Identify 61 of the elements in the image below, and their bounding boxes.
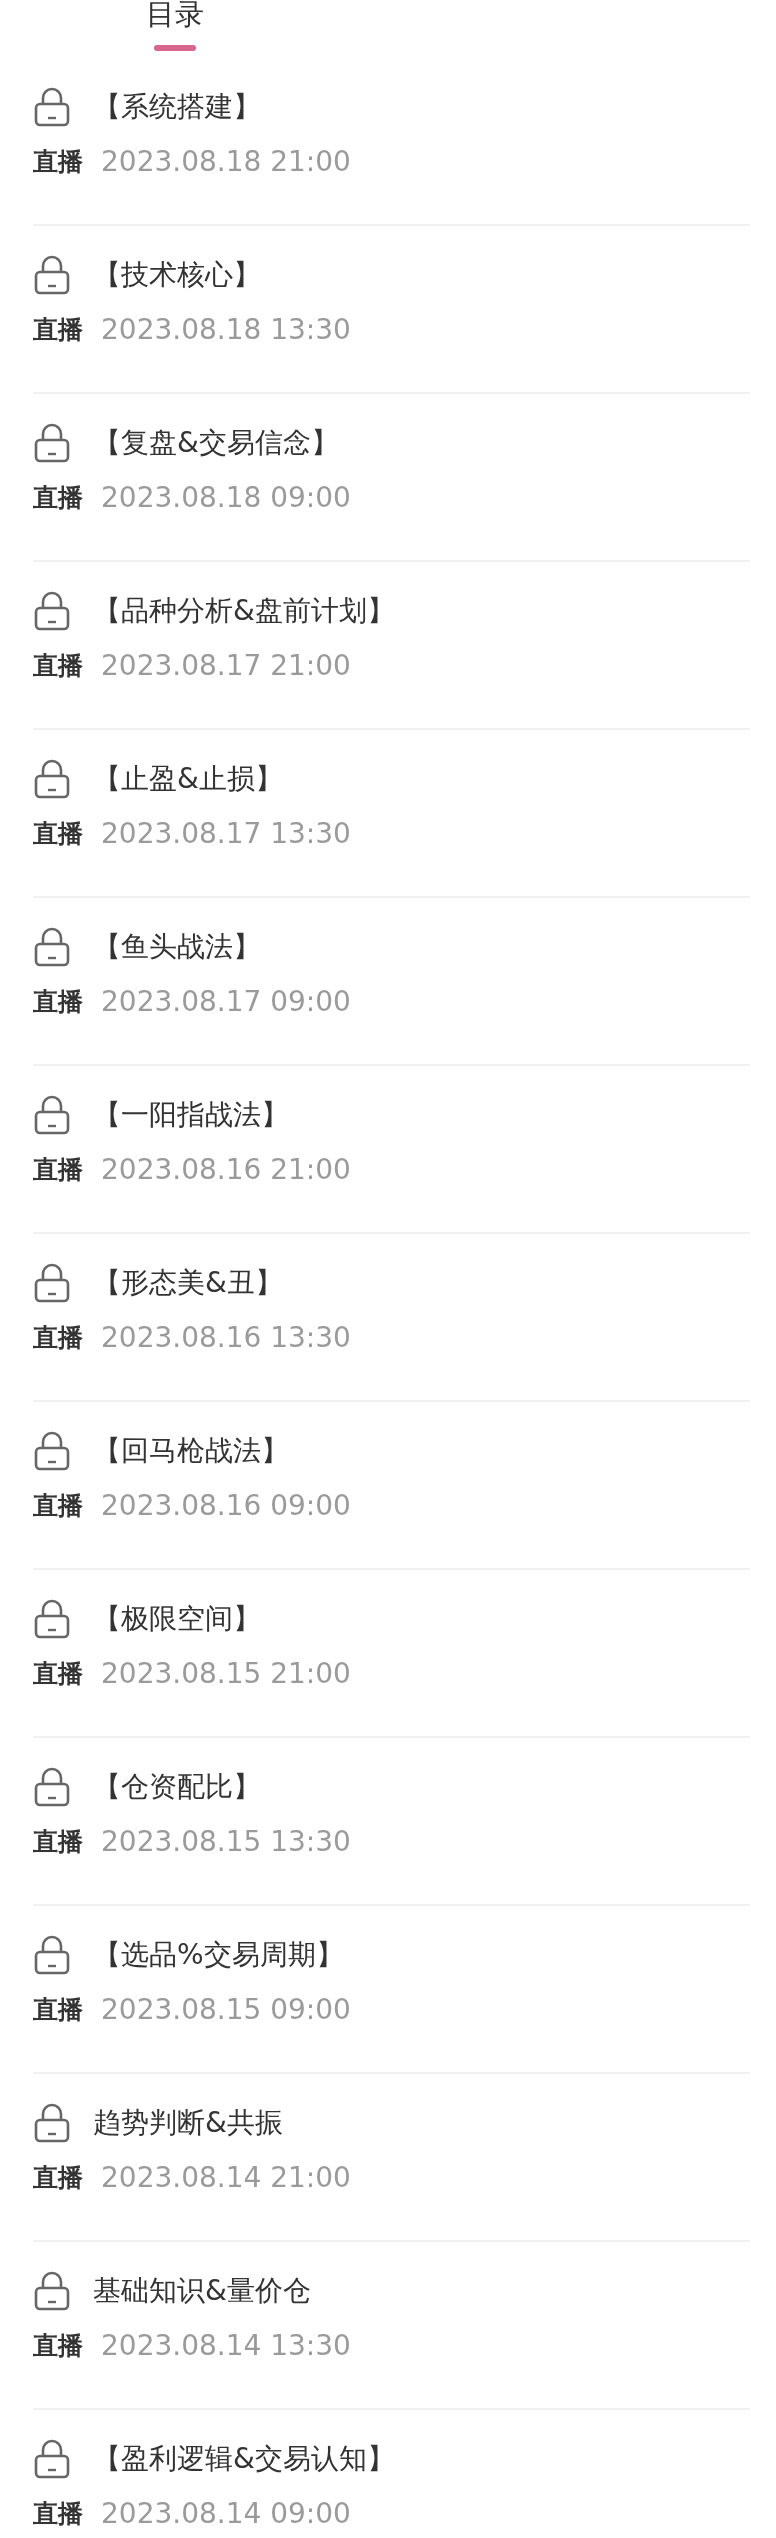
lesson-type: 直播 bbox=[33, 650, 83, 682]
lesson-type: 直播 bbox=[33, 1490, 83, 1522]
lesson-item[interactable]: 【止盈&止损】 直播 2023.08.17 13:30 bbox=[33, 730, 750, 898]
lesson-title: 【形态美&丑】 bbox=[93, 1265, 283, 1301]
lesson-type: 直播 bbox=[33, 146, 83, 178]
lesson-type: 直播 bbox=[33, 1154, 83, 1186]
lesson-title: 【选品%交易周期】 bbox=[93, 1937, 344, 1973]
lesson-type: 直播 bbox=[33, 2162, 83, 2194]
lesson-item[interactable]: 【盈利逻辑&交易认知】 直播 2023.08.14 09:00 bbox=[33, 2410, 750, 2538]
lesson-title: 【仓资配比】 bbox=[93, 1769, 261, 1805]
lesson-item[interactable]: 【鱼头战法】 直播 2023.08.17 09:00 bbox=[33, 898, 750, 1066]
lesson-time: 2023.08.16 13:30 bbox=[101, 1321, 351, 1354]
lesson-time: 2023.08.18 21:00 bbox=[101, 145, 351, 178]
lesson-type: 直播 bbox=[33, 1826, 83, 1858]
lesson-time: 2023.08.15 09:00 bbox=[101, 1993, 351, 2026]
lesson-title: 【技术核心】 bbox=[93, 257, 261, 293]
lesson-title: 【鱼头战法】 bbox=[93, 929, 261, 965]
lesson-time: 2023.08.15 13:30 bbox=[101, 1825, 351, 1858]
lesson-type: 直播 bbox=[33, 482, 83, 514]
lesson-time: 2023.08.18 13:30 bbox=[101, 313, 351, 346]
lesson-title: 【品种分析&盘前计划】 bbox=[93, 593, 395, 629]
lesson-item[interactable]: 【技术核心】 直播 2023.08.18 13:30 bbox=[33, 226, 750, 394]
lesson-item[interactable]: 【回马枪战法】 直播 2023.08.16 09:00 bbox=[33, 1402, 750, 1570]
lesson-title: 【复盘&交易信念】 bbox=[93, 425, 339, 461]
lesson-type: 直播 bbox=[33, 1658, 83, 1690]
lesson-time: 2023.08.17 09:00 bbox=[101, 985, 351, 1018]
lesson-type: 直播 bbox=[33, 1322, 83, 1354]
lesson-title: 基础知识&量价仓 bbox=[93, 2273, 311, 2309]
lesson-time: 2023.08.17 21:00 bbox=[101, 649, 351, 682]
lesson-title: 【盈利逻辑&交易认知】 bbox=[93, 2441, 395, 2477]
lesson-type: 直播 bbox=[33, 986, 83, 1018]
lesson-item[interactable]: 【一阳指战法】 直播 2023.08.16 21:00 bbox=[33, 1066, 750, 1234]
lesson-title: 【一阳指战法】 bbox=[93, 1097, 289, 1133]
lesson-title: 【回马枪战法】 bbox=[93, 1433, 289, 1469]
lesson-time: 2023.08.14 13:30 bbox=[101, 2329, 351, 2362]
tab[interactable]: 目录 bbox=[142, 0, 208, 52]
lesson-title: 【止盈&止损】 bbox=[93, 761, 283, 797]
lesson-item[interactable]: 【品种分析&盘前计划】 直播 2023.08.17 21:00 bbox=[33, 562, 750, 730]
lesson-time: 2023.08.18 09:00 bbox=[101, 481, 351, 514]
lesson-title: 【系统搭建】 bbox=[93, 89, 261, 125]
lesson-type: 直播 bbox=[33, 1994, 83, 2026]
lesson-item[interactable]: 【选品%交易周期】 直播 2023.08.15 09:00 bbox=[33, 1906, 750, 2074]
lesson-type: 直播 bbox=[33, 314, 83, 346]
lesson-item[interactable]: 基础知识&量价仓 直播 2023.08.14 13:30 bbox=[33, 2242, 750, 2410]
lesson-title: 【极限空间】 bbox=[93, 1601, 261, 1637]
lesson-type: 直播 bbox=[33, 2330, 83, 2362]
lesson-item[interactable]: 趋势判断&共振 直播 2023.08.14 21:00 bbox=[33, 2074, 750, 2242]
lesson-time: 2023.08.16 09:00 bbox=[101, 1489, 351, 1522]
lesson-time: 2023.08.15 21:00 bbox=[101, 1657, 351, 1690]
lesson-type: 直播 bbox=[33, 2498, 83, 2530]
lesson-time: 2023.08.14 21:00 bbox=[101, 2161, 351, 2194]
lesson-type: 直播 bbox=[33, 818, 83, 850]
lesson-item[interactable]: 【复盘&交易信念】 直播 2023.08.18 09:00 bbox=[33, 394, 750, 562]
lesson-item[interactable]: 【极限空间】 直播 2023.08.15 21:00 bbox=[33, 1570, 750, 1738]
lesson-time: 2023.08.17 13:30 bbox=[101, 817, 351, 850]
lesson-item[interactable]: 【仓资配比】 直播 2023.08.15 13:30 bbox=[33, 1738, 750, 1906]
lesson-time: 2023.08.16 21:00 bbox=[101, 1153, 351, 1186]
lesson-title: 趋势判断&共振 bbox=[93, 2105, 283, 2141]
lesson-time: 2023.08.14 09:00 bbox=[101, 2497, 351, 2530]
lesson-item[interactable]: 【形态美&丑】 直播 2023.08.16 13:30 bbox=[33, 1234, 750, 1402]
lesson-item[interactable]: 【系统搭建】 直播 2023.08.18 21:00 bbox=[33, 58, 750, 226]
